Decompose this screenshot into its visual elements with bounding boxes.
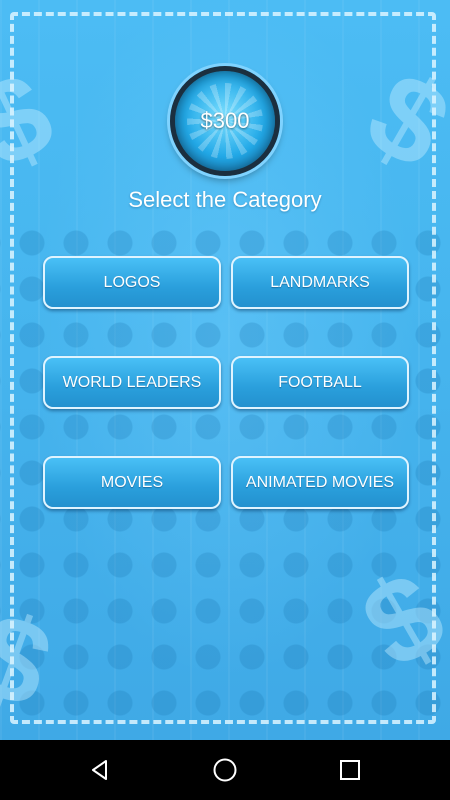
category-button-animated-movies[interactable]: ANIMATED MOVIES (231, 456, 409, 509)
category-button-world-leaders[interactable]: WORLD LEADERS (43, 356, 221, 409)
system-navigation-bar (0, 740, 450, 800)
balance-amount: $300 (200, 108, 250, 133)
category-button-landmarks[interactable]: LANDMARKS (231, 256, 409, 309)
screen: $ $ $ $ $300 Select the Category LOGOS L… (0, 0, 450, 800)
category-button-logos[interactable]: LOGOS (43, 256, 221, 309)
balance-coin: $300 (170, 66, 280, 176)
recents-button[interactable] (320, 740, 380, 800)
category-button-movies[interactable]: MOVIES (43, 456, 221, 509)
home-icon (213, 758, 237, 782)
category-button-football[interactable]: FOOTBALL (231, 356, 409, 409)
back-icon (92, 760, 107, 780)
recents-icon (340, 760, 360, 780)
home-button[interactable] (195, 740, 255, 800)
back-button[interactable] (70, 740, 130, 800)
page-title: Select the Category (128, 187, 322, 212)
